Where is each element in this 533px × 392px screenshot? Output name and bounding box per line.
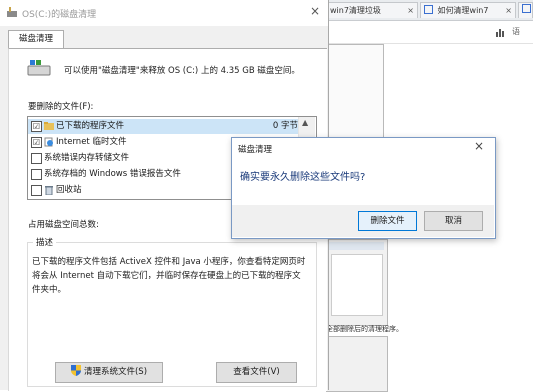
page-icon <box>522 4 531 13</box>
confirm-message: 确实要永久删除这些文件吗? <box>240 172 366 183</box>
tab-label: 如何清理win7 <box>437 6 489 15</box>
checkbox[interactable]: ☑ <box>31 137 42 148</box>
folder-icon <box>44 122 54 130</box>
list-item[interactable]: ☑ 已下载的程序文件 0 字节 <box>28 119 298 134</box>
bar-chart-icon[interactable] <box>496 28 506 37</box>
thumbnail-body <box>331 254 383 316</box>
tab-close-icon[interactable]: × <box>407 3 414 18</box>
recycle-bin-icon <box>45 186 53 195</box>
browser-tab-2[interactable]: 如何清理win7 × <box>420 2 516 18</box>
thumbnail-titlebar <box>329 242 384 250</box>
files-to-delete-label: 要删除的文件(F): <box>28 102 94 112</box>
dialog-title: 磁盘清理 <box>238 145 273 155</box>
browser-tab-1[interactable]: win7清理垃圾 × <box>326 2 418 18</box>
file-name: Internet 临时文件 <box>56 137 127 147</box>
tab-disk-cleanup[interactable]: 磁盘清理 <box>8 30 64 49</box>
cleanup-system-files-button[interactable]: 清理系统文件(S) <box>55 362 163 383</box>
internet-files-icon <box>44 137 53 147</box>
delete-files-button[interactable]: 删除文件 <box>358 211 417 231</box>
toolbar-text[interactable]: 语 <box>512 26 520 37</box>
browser-toolbar: 语 <box>318 21 533 44</box>
close-icon[interactable]: × <box>310 4 320 18</box>
checkbox[interactable] <box>31 169 42 180</box>
description-legend: 描述 <box>33 236 57 248</box>
tab-label: win7清理垃圾 <box>330 6 381 15</box>
chevron-up-icon[interactable]: ▲ <box>302 118 308 127</box>
file-name: 回收站 <box>56 185 82 195</box>
checkbox[interactable] <box>31 153 42 164</box>
file-name: 已下载的程序文件 <box>56 121 125 131</box>
cancel-button[interactable]: 取消 <box>424 211 483 231</box>
page-icon <box>424 5 433 14</box>
screenshot-thumbnail <box>326 239 388 326</box>
checkbox[interactable]: ☑ <box>31 121 42 132</box>
checkbox[interactable] <box>31 185 42 196</box>
file-name: 系统存档的 Windows 错误报告文件 <box>44 169 181 179</box>
shield-icon <box>70 365 81 376</box>
description-text: 已下载的程序文件包括 ActiveX 控件和 Java 小程序，你查看特定网页时… <box>32 257 306 295</box>
thumbnail-caption: 全部删除后的清理程序。 <box>326 325 403 333</box>
disk-cleanup-icon <box>7 7 17 17</box>
file-size: 0 字节 <box>272 121 298 131</box>
drive-icon <box>27 60 51 76</box>
drive-description: 可以使用"磁盘清理"来释放 OS (C:) 上的 4.35 GB 磁盘空间。 <box>64 66 300 76</box>
tab-close-icon[interactable]: × <box>505 3 512 18</box>
button-label: 清理系统文件(S) <box>83 367 148 377</box>
total-space-label: 占用磁盘空间总数: <box>28 220 99 230</box>
file-name: 系统错误内存转储文件 <box>44 153 130 163</box>
screenshot-thumbnail-2 <box>326 336 388 392</box>
browser-tab-strip: win7清理垃圾 × 如何清理win7 × <box>318 0 533 21</box>
browser-tab-3[interactable] <box>518 2 533 18</box>
view-files-button[interactable]: 查看文件(V) <box>216 362 297 383</box>
close-icon[interactable]: × <box>474 139 484 153</box>
window-title: OS(C:)的磁盘清理 <box>22 10 97 20</box>
